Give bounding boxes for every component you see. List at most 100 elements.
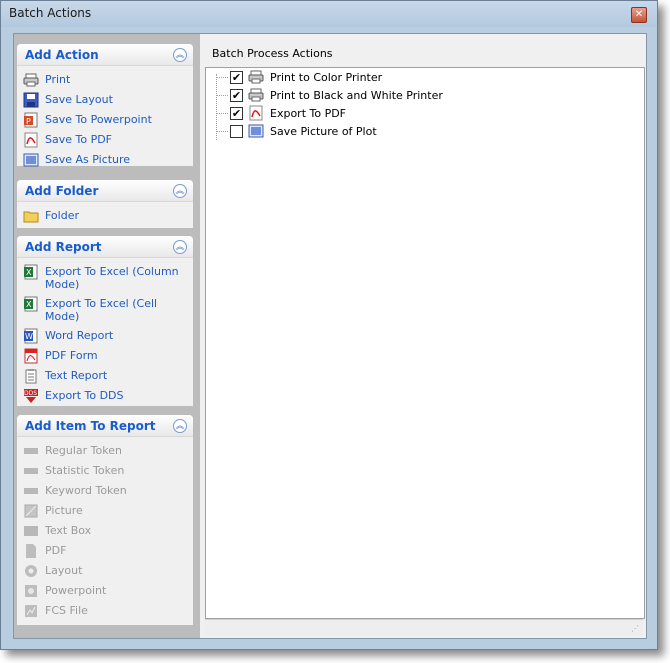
batch-process-panel: Batch Process Actions ✔ Print to Color P… [202,34,646,638]
printer-icon [23,73,39,87]
batch-actions-tree[interactable]: ✔ Print to Color Printer ✔ Print to Blac… [205,67,645,619]
report-dds[interactable]: DDS Export To DDS [23,387,189,407]
title-bar[interactable]: Batch Actions ✕ [1,1,657,27]
action-save-layout[interactable]: Save Layout [23,91,189,111]
action-label: Save To PDF [45,133,113,146]
item-label: PDF [45,544,67,557]
group-title: Add Folder [25,184,99,198]
action-label: Save As Picture [45,153,131,166]
item-layout: Layout [23,562,189,582]
action-save-as-picture[interactable]: Save As Picture [23,151,189,171]
folder-item[interactable]: Folder [23,207,189,227]
report-word[interactable]: W Word Report [23,327,189,347]
task-pane: Add Action ︽ Print Save Layout P Save To… [14,34,200,638]
group-title: Add Item To Report [25,419,156,433]
powerpoint-icon [25,585,37,597]
tree-connector [216,77,228,78]
node-label: Print to Black and White Printer [270,89,443,102]
status-bar: ⋰ [205,619,643,636]
node-checkbox[interactable]: ✔ [230,107,243,120]
group-add-action: Add Action ︽ Print Save Layout P Save To… [17,44,193,167]
panel-title: Batch Process Actions [212,47,333,60]
report-label: Word Report [45,329,114,342]
close-icon: ✕ [634,9,644,20]
tree-node[interactable]: Save Picture of Plot [216,123,636,141]
item-label: Keyword Token [45,484,127,497]
report-label: Export To Excel (Column Mode) [45,265,179,291]
report-label: Export To DDS [45,389,124,402]
picture-icon [24,504,38,518]
printer-icon [248,88,264,102]
report-label: PDF Form [45,349,98,362]
collapse-icon[interactable]: ︽ [173,419,187,433]
close-button[interactable]: ✕ [631,7,647,23]
node-label: Save Picture of Plot [270,125,377,138]
action-label: Save To Powerpoint [45,113,152,126]
tree-node[interactable]: ✔ Export To PDF [216,105,636,123]
group-header[interactable]: Add Action ︽ [17,44,193,66]
token-icon [24,448,38,454]
collapse-icon[interactable]: ︽ [173,240,187,254]
group-header[interactable]: Add Folder ︽ [17,180,193,202]
collapse-icon[interactable]: ︽ [173,184,187,198]
group-add-item-to-report: Add Item To Report ︽ Regular Token Stati… [17,415,193,625]
action-print[interactable]: Print [23,71,189,91]
item-label: Text Box [45,524,92,537]
item-label: Powerpoint [45,584,107,597]
item-fcs-file: FCS File [23,602,189,622]
dds-icon: DDS [24,389,38,403]
svg-text:DDS: DDS [24,390,37,397]
word-icon: W [24,328,38,344]
svg-text:P: P [26,117,31,126]
picture-icon [248,124,264,138]
picture-icon [23,153,39,167]
printer-icon [248,70,264,84]
report-label: Export To Excel (Cell Mode) [45,297,158,323]
report-label: Text Report [45,369,108,382]
tree-connector [216,131,228,132]
node-checkbox[interactable]: ✔ [230,71,243,84]
tree-connector [216,113,228,114]
node-checkbox[interactable] [230,125,243,138]
token-icon [24,488,38,494]
report-text[interactable]: Text Report [23,367,189,387]
pdf-icon [24,132,38,148]
report-pdf-form[interactable]: PDF Form [23,347,189,367]
fcs-file-icon [25,605,37,617]
action-save-to-powerpoint[interactable]: P Save To Powerpoint [23,111,189,131]
folder-icon [23,211,39,223]
item-statistic-token: Statistic Token [23,462,189,482]
token-icon [24,468,38,474]
tree-node[interactable]: ✔ Print to Color Printer [216,69,636,87]
resize-grip-icon[interactable]: ⋰ [631,624,641,634]
folder-label: Folder [45,209,79,222]
item-pdf: PDF [23,542,189,562]
group-header[interactable]: Add Item To Report ︽ [17,415,193,437]
item-label: Statistic Token [45,464,125,477]
powerpoint-icon: P [24,112,38,128]
item-label: FCS File [45,604,88,617]
group-title: Add Action [25,48,99,62]
pdf-icon [249,105,263,121]
floppy-disk-icon [23,92,39,108]
item-text-box: Text Box [23,522,189,542]
node-label: Print to Color Printer [270,71,383,84]
report-excel-cell[interactable]: X Export To Excel (Cell Mode) [23,295,189,325]
item-label: Regular Token [45,444,122,457]
excel-column-icon: X [24,264,38,280]
action-save-to-pdf[interactable]: Save To PDF [23,131,189,151]
action-label: Print [45,73,71,86]
item-powerpoint: Powerpoint [23,582,189,602]
node-label: Export To PDF [270,107,347,120]
excel-cell-icon: X [24,296,38,312]
pdf-icon [26,544,36,558]
node-checkbox[interactable]: ✔ [230,89,243,102]
tree-node[interactable]: ✔ Print to Black and White Printer [216,87,636,105]
group-header[interactable]: Add Report ︽ [17,236,193,258]
collapse-icon[interactable]: ︽ [173,48,187,62]
item-regular-token: Regular Token [23,442,189,462]
item-keyword-token: Keyword Token [23,482,189,502]
group-add-report: Add Report ︽ X Export To Excel (Column M… [17,236,193,406]
group-title: Add Report [25,240,102,254]
report-excel-column[interactable]: X Export To Excel (Column Mode) [23,263,189,293]
